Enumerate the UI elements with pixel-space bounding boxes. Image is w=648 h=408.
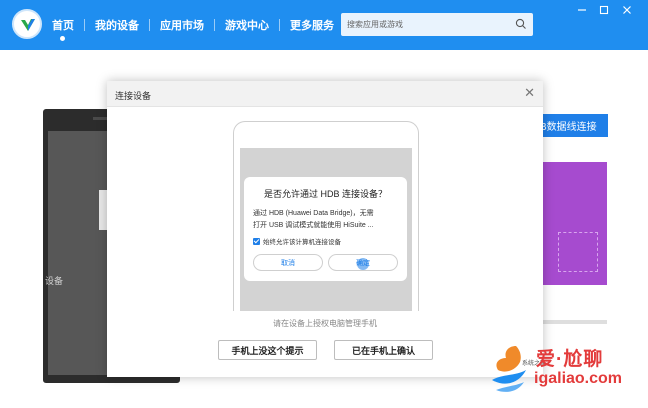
- close-window-icon[interactable]: [622, 5, 632, 15]
- banner-indicator: [542, 320, 607, 324]
- nav-home[interactable]: 首页: [52, 0, 84, 50]
- search-input[interactable]: [347, 17, 507, 32]
- active-indicator: [60, 36, 65, 41]
- nav-game-center[interactable]: 游戏中心: [215, 0, 279, 50]
- confirmed-on-phone-button[interactable]: 已在手机上确认: [334, 340, 433, 360]
- watermark: 系统之家 爱·尬聊 igaliao.com: [486, 340, 636, 396]
- restore-icon[interactable]: [599, 5, 609, 15]
- watermark-logo-icon: [492, 346, 526, 392]
- prompt-allow-label: 确定: [356, 259, 370, 267]
- always-allow-checkbox: 始终允许该计算机连接设备: [253, 236, 341, 246]
- checkbox-checked-icon: [253, 237, 260, 245]
- nav-app-market[interactable]: 应用市场: [150, 0, 214, 50]
- connect-device-dialog: 连接设备 ✕ 是否允许通过 HDB 连接设备？ 通过 HDB (Huawei D…: [107, 81, 543, 377]
- dialog-close-icon[interactable]: ✕: [524, 86, 535, 100]
- watermark-cn-text: 爱·尬聊: [536, 349, 604, 370]
- hdb-permission-prompt: 是否允许通过 HDB 连接设备？ 通过 HDB (Huawei Data Bri…: [244, 177, 407, 281]
- dialog-title: 连接设备: [115, 91, 152, 101]
- app-logo: [12, 9, 42, 39]
- prompt-title: 是否允许通过 HDB 连接设备？: [263, 189, 387, 199]
- watermark-url-text: igaliao.com: [534, 370, 623, 387]
- main-nav: 首页 我的设备 应用市场 游戏中心 更多服务: [52, 0, 344, 50]
- minimize-icon[interactable]: [577, 5, 587, 15]
- nav-my-devices[interactable]: 我的设备: [85, 0, 149, 50]
- top-bar: 首页 我的设备 应用市场 游戏中心 更多服务: [0, 0, 648, 50]
- authorize-hint: 请在设备上授权电脑管理手机: [273, 319, 377, 328]
- search-box: [341, 13, 533, 36]
- search-icon[interactable]: [515, 18, 527, 30]
- no-prompt-button[interactable]: 手机上没这个提示: [218, 340, 317, 360]
- prompt-allow-button: 确定: [328, 254, 398, 271]
- prompt-cancel-button: 取消: [253, 254, 323, 271]
- checkbox-label: 始终允许该计算机连接设备: [263, 239, 341, 246]
- prompt-body-line: 通过 HDB (Huawei Data Bridge)，无需: [253, 210, 374, 217]
- dialog-header: 连接设备 ✕: [107, 81, 543, 107]
- nav-more-services[interactable]: 更多服务: [280, 0, 344, 50]
- prompt-body-line: 打开 USB 调试模式就能使用 HiSuite ...: [253, 222, 374, 229]
- prompt-body: 通过 HDB (Huawei Data Bridge)，无需 打开 USB 调试…: [253, 208, 403, 232]
- device-label: 设备: [45, 276, 64, 286]
- promo-banner-graphic: [558, 232, 598, 272]
- hisuite-logo-icon: [21, 19, 35, 31]
